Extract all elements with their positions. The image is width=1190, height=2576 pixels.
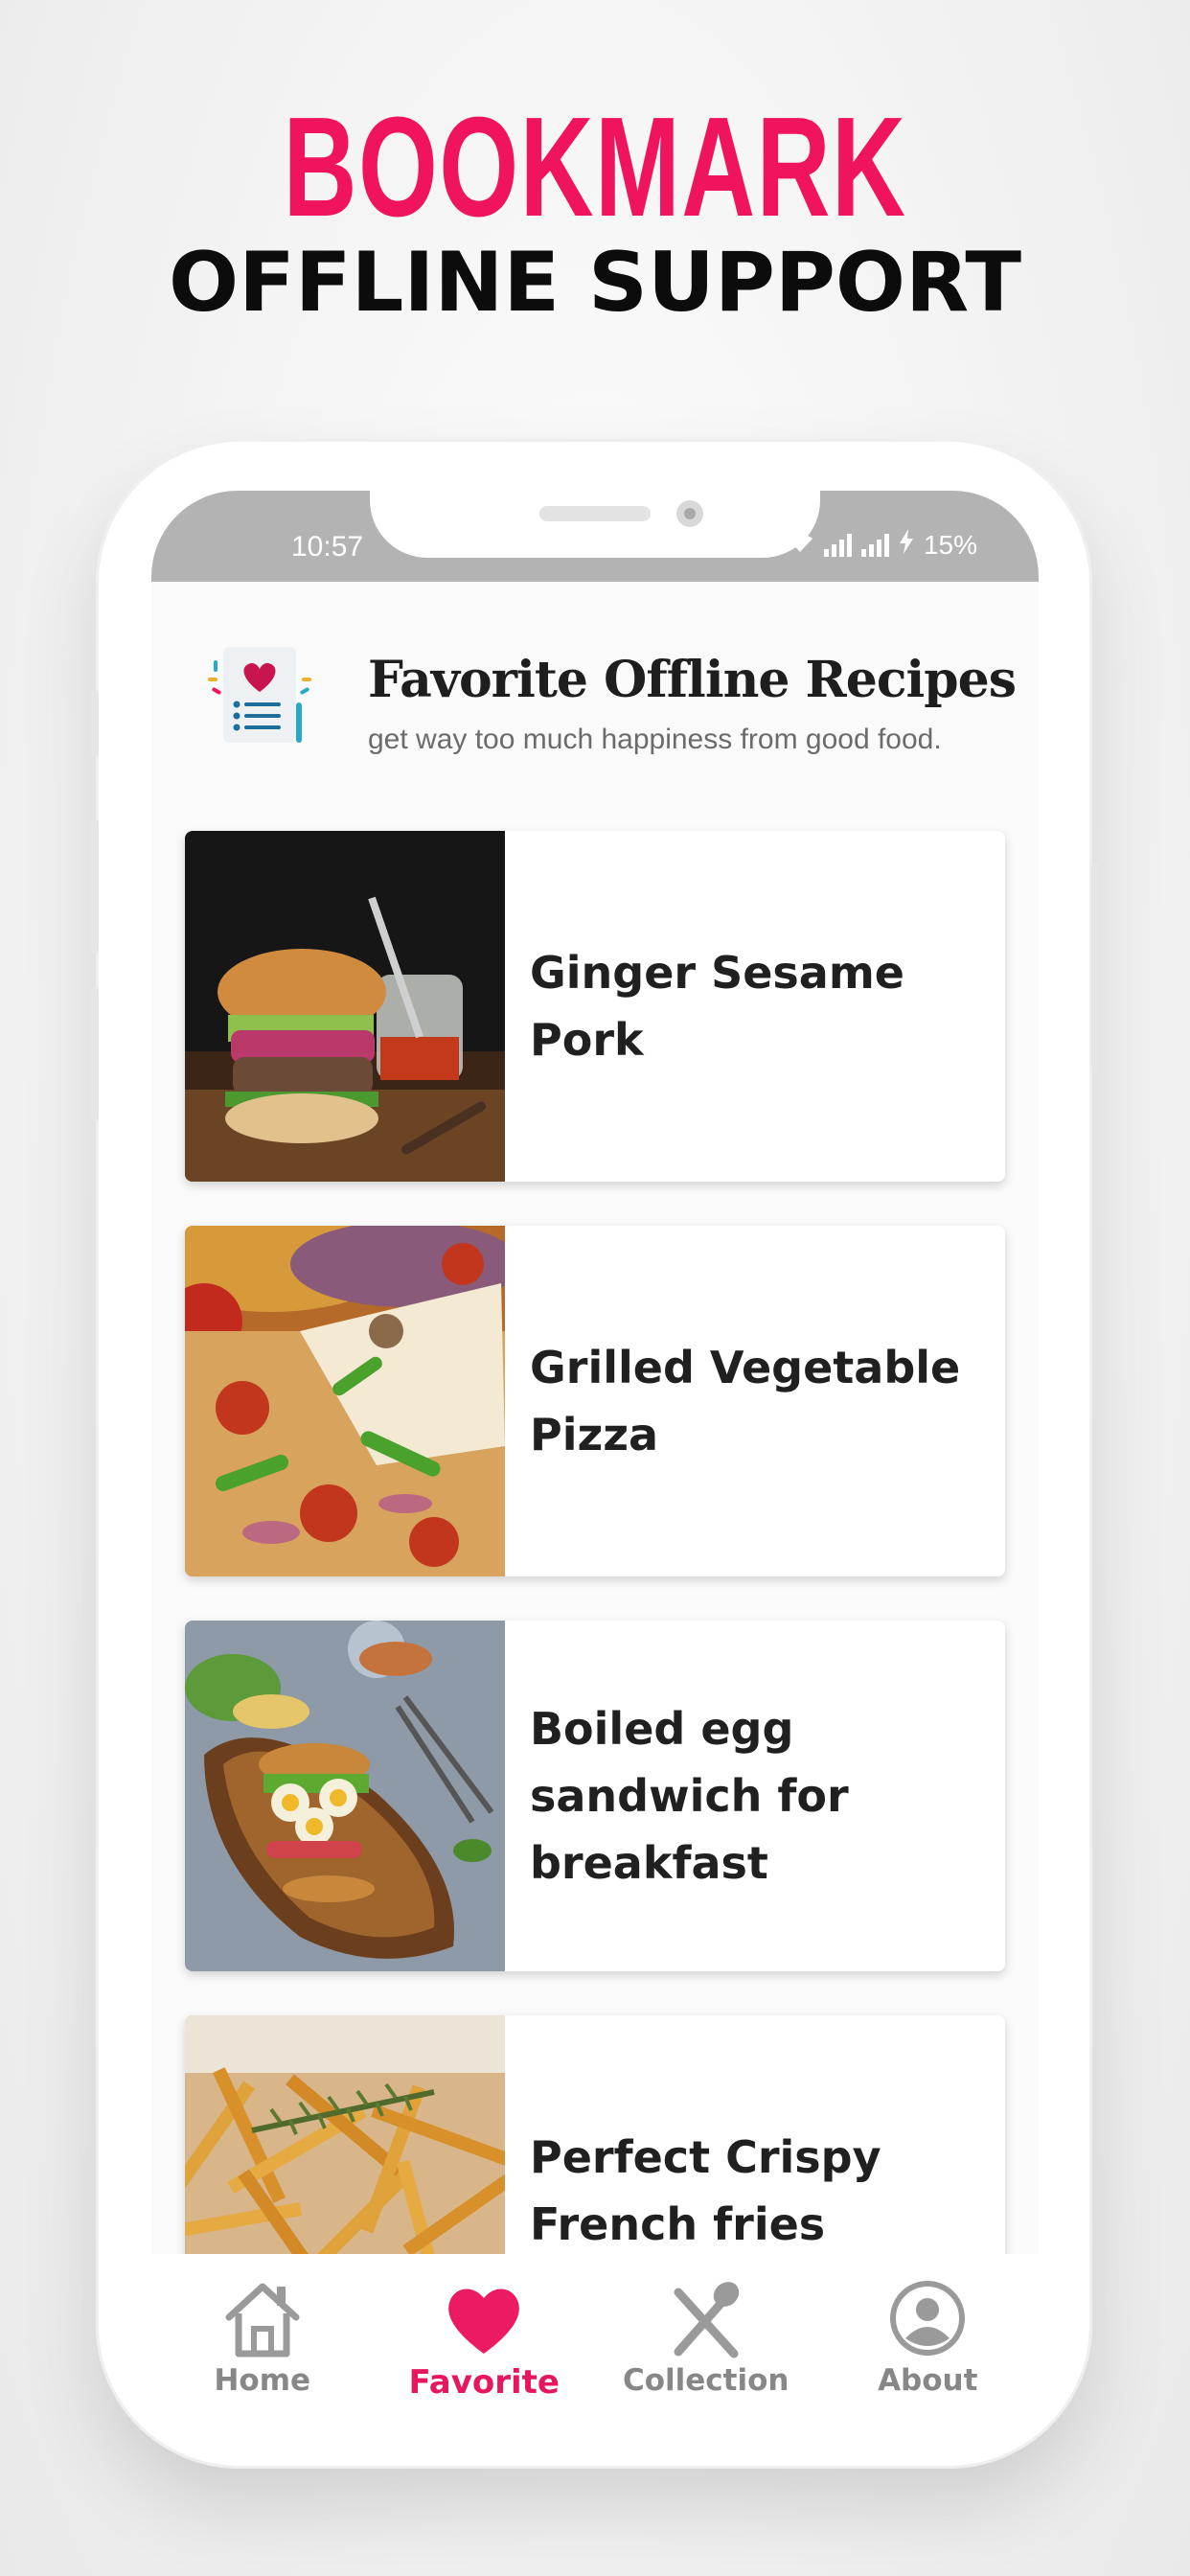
signal-icon	[823, 533, 852, 557]
pizza-photo	[185, 1226, 505, 1576]
heart-icon	[441, 2275, 527, 2361]
phone-volume-up	[91, 819, 99, 954]
front-camera	[676, 500, 703, 527]
nav-item-home[interactable]: Home	[151, 2254, 374, 2407]
phone-power-button	[1091, 862, 1099, 1073]
charging-icon	[899, 529, 914, 561]
recipe-card[interactable]: Ginger Sesame Pork	[185, 831, 1005, 1182]
phone-side-button	[91, 690, 99, 757]
nav-label-home: Home	[214, 2363, 311, 2398]
status-time: 10:57	[291, 531, 364, 563]
nav-label-collection: Collection	[622, 2363, 790, 2398]
bottom-nav: Home Favorite Collection About	[151, 2254, 1039, 2407]
status-bar: 10:57 15%	[151, 491, 1039, 582]
battery-percent: 15%	[923, 529, 977, 560]
nav-item-favorite[interactable]: Favorite	[374, 2254, 596, 2407]
recipe-title: Grilled Vegetable Pizza	[530, 1342, 961, 1460]
app-screen: 10:57 15% Favorite Offline Recipes get w…	[151, 491, 1039, 2407]
recipe-title: Ginger Sesame Pork	[530, 947, 904, 1066]
signal-icon-2	[860, 533, 889, 557]
promo-subtitle: OFFLINE SUPPORT	[168, 235, 1022, 331]
app-header: Favorite Offline Recipes get way too muc…	[151, 582, 1039, 773]
home-icon	[219, 2275, 306, 2361]
user-circle-icon	[884, 2275, 971, 2361]
nav-label-about: About	[878, 2363, 978, 2398]
recipe-title: Boiled egg sandwich for breakfast	[530, 1703, 849, 1889]
burger-photo	[185, 831, 505, 1182]
nav-label-favorite: Favorite	[408, 2363, 560, 2402]
recipe-card[interactable]: Boiled egg sandwich for breakfast	[185, 1621, 1005, 1971]
recipe-card[interactable]: Grilled Vegetable Pizza	[185, 1226, 1005, 1576]
favorite-list-icon	[204, 639, 314, 749]
speaker	[539, 506, 651, 521]
sandwich-photo	[185, 1621, 505, 1971]
notch	[370, 491, 820, 558]
status-icons: 15%	[786, 529, 977, 561]
nav-item-about[interactable]: About	[817, 2254, 1040, 2407]
page-subtitle: get way too much happiness from good foo…	[368, 724, 942, 755]
page-title: Favorite Offline Recipes	[368, 651, 1017, 709]
wifi-icon	[786, 530, 814, 561]
phone-volume-down	[91, 987, 99, 1121]
promo-title: BOOKMARK	[283, 88, 907, 246]
spoon-knife-icon	[663, 2275, 749, 2361]
nav-item-collection[interactable]: Collection	[595, 2254, 817, 2407]
